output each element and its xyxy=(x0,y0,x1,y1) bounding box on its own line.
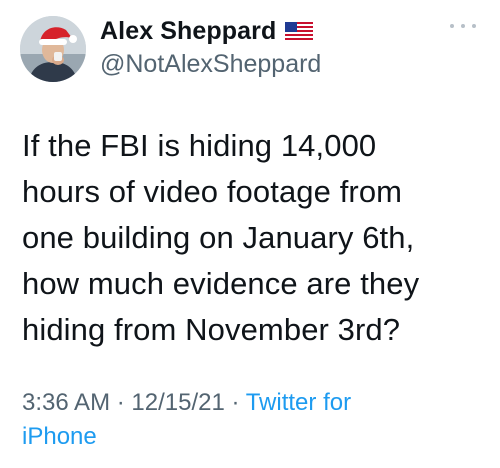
separator: · xyxy=(224,389,246,416)
dot xyxy=(450,24,454,28)
tweet-source-link[interactable]: Twitter for xyxy=(246,389,351,416)
tweet-text-line: how much evidence are they xyxy=(22,266,420,301)
name-row: Alex Sheppard xyxy=(100,14,321,48)
tweet-card: Alex Sheppard @NotAlexSheppard If the FB… xyxy=(0,0,500,468)
santa-hat-avatar-icon xyxy=(20,16,86,82)
user-handle[interactable]: @NotAlexSheppard xyxy=(100,50,321,79)
author-block: Alex Sheppard @NotAlexSheppard xyxy=(100,14,321,79)
tweet-text-line: one building on January 6th, xyxy=(22,220,415,255)
display-name[interactable]: Alex Sheppard xyxy=(100,17,276,46)
more-dots-icon[interactable] xyxy=(450,20,476,32)
avatar[interactable] xyxy=(20,16,86,82)
tweet-date[interactable]: 12/15/21 xyxy=(131,389,224,416)
tweet-source-link-continued[interactable]: iPhone xyxy=(22,420,482,454)
tweet-meta: 3:36 AM · 12/15/21 · Twitter for iPhone xyxy=(22,386,482,454)
tweet-text-line: hours of video footage from xyxy=(22,174,403,209)
tweet-text-line: hiding from November 3rd? xyxy=(22,312,401,347)
separator: · xyxy=(110,389,132,416)
tweet-text-line: If the FBI is hiding 14,000 xyxy=(22,128,377,163)
tweet-time[interactable]: 3:36 AM xyxy=(22,389,110,416)
meta-line-1: 3:36 AM · 12/15/21 · Twitter for xyxy=(22,386,482,420)
us-flag-icon xyxy=(285,21,314,41)
tweet-text: If the FBI is hiding 14,000 hours of vid… xyxy=(22,123,487,353)
dot xyxy=(472,24,476,28)
dot xyxy=(461,24,465,28)
